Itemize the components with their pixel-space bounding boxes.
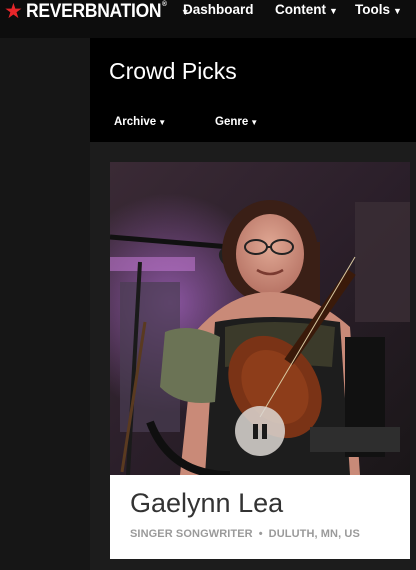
pause-button[interactable] <box>235 406 285 456</box>
artist-meta: SINGER SONGWRITER • DULUTH, MN, US <box>130 528 360 540</box>
page-header: Crowd Picks Archive ▼ Genre ▼ <box>90 38 416 142</box>
chevron-down-icon: ▼ <box>393 6 402 16</box>
meta-separator: • <box>258 528 263 540</box>
artist-photo[interactable] <box>110 162 410 475</box>
caret-down-icon: ▼ <box>250 118 259 127</box>
nav-content[interactable]: Content ▼ <box>275 1 338 19</box>
page-title: Crowd Picks <box>109 58 237 84</box>
trademark-symbol: ® <box>161 1 167 8</box>
reverbnation-logo[interactable]: ★ REVERBNATION® ▼ <box>4 1 190 23</box>
star-icon: ★ <box>4 0 23 23</box>
nav-dashboard[interactable]: Dashboard <box>183 1 254 19</box>
top-nav-bar: ★ REVERBNATION® ▼ Dashboard Content ▼ Too… <box>0 0 416 38</box>
brand-name: REVERBNATION <box>25 1 162 22</box>
artist-location: DULUTH, MN, US <box>268 528 360 540</box>
artist-genre: SINGER SONGWRITER <box>130 528 253 540</box>
genre-dropdown[interactable]: Genre ▼ <box>215 116 258 128</box>
artist-name[interactable]: Gaelynn Lea <box>130 488 283 519</box>
nav-tools[interactable]: Tools ▼ <box>355 1 402 19</box>
left-sidebar <box>0 38 90 570</box>
pause-icon <box>253 423 267 439</box>
caret-down-icon: ▼ <box>158 118 167 127</box>
chevron-down-icon: ▼ <box>329 6 338 16</box>
archive-dropdown[interactable]: Archive ▼ <box>114 116 166 128</box>
artist-card[interactable]: Gaelynn Lea SINGER SONGWRITER • DULUTH, MN… <box>110 162 410 559</box>
